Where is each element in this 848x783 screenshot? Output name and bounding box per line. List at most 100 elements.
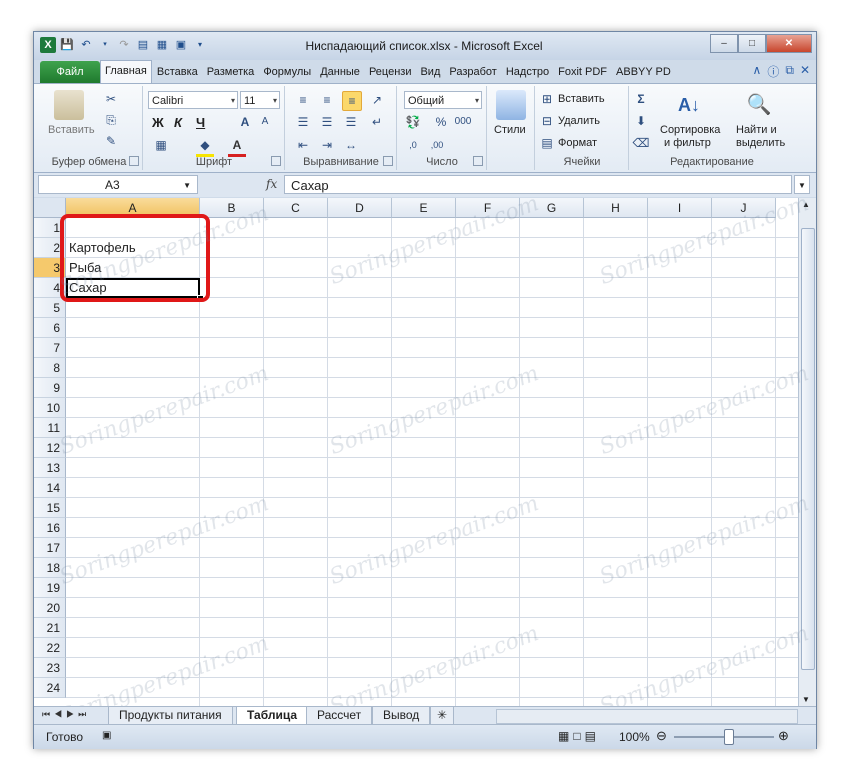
row-header-13[interactable]: 13 [34, 458, 66, 478]
undo-icon[interactable]: ↶ [78, 37, 94, 53]
macro-record-icon[interactable]: ▣ [102, 730, 111, 741]
tab-abbyy[interactable]: ABBYY PD [611, 62, 675, 83]
merge-center-icon[interactable]: ↔ [342, 136, 360, 154]
tab-developer[interactable]: Разработ [444, 62, 500, 83]
row-header-10[interactable]: 10 [34, 398, 66, 418]
column-header-I[interactable]: I [648, 198, 712, 218]
scroll-down-icon[interactable]: ▼ [802, 695, 810, 704]
scroll-up-icon[interactable]: ▲ [802, 200, 810, 209]
find-select-button-line2[interactable]: выделить [736, 137, 785, 149]
save-icon[interactable]: 💾 [59, 37, 75, 53]
vertical-scroll-thumb[interactable] [801, 228, 815, 670]
font-name-combo[interactable]: Calibri ▾ [148, 91, 238, 109]
number-format-combo[interactable]: Общий ▾ [404, 91, 482, 109]
insert-cells-button[interactable]: Вставить [558, 93, 605, 105]
calculator-icon[interactable]: ▣ [173, 37, 189, 53]
formula-input[interactable]: Сахар [284, 175, 792, 194]
clear-icon[interactable]: ⌫ [632, 134, 650, 152]
increase-decimal-icon[interactable]: ,0 [404, 136, 422, 154]
comma-style-icon[interactable]: 000 [454, 113, 472, 131]
styles-button[interactable]: Стили [494, 124, 526, 136]
close-workbook-icon[interactable]: ✕ [800, 63, 810, 80]
tab-file[interactable]: Файл [40, 61, 100, 83]
row-header-18[interactable]: 18 [34, 558, 66, 578]
zoom-out-icon[interactable]: ⊖ [656, 728, 667, 744]
row-header-9[interactable]: 9 [34, 378, 66, 398]
align-left-icon[interactable]: ☰ [294, 113, 312, 131]
sort-filter-button-line2[interactable]: и фильтр [664, 137, 711, 149]
autosum-icon[interactable]: Σ [632, 90, 650, 108]
find-select-button[interactable]: Найти и [736, 124, 777, 136]
row-header-24[interactable]: 24 [34, 678, 66, 698]
redo-icon[interactable]: ↷ [116, 37, 132, 53]
format-painter-icon[interactable]: ✎ [102, 132, 120, 150]
select-all-corner[interactable] [34, 198, 66, 218]
delete-cells-button[interactable]: Удалить [558, 115, 600, 127]
orientation-icon[interactable]: ↗ [368, 91, 386, 109]
italic-button[interactable]: К [174, 115, 182, 130]
tab-addins[interactable]: Надстро [501, 62, 553, 83]
form-icon[interactable]: ▤ [135, 37, 151, 53]
column-header-H[interactable]: H [584, 198, 648, 218]
row-header-5[interactable]: 5 [34, 298, 66, 318]
align-middle-icon[interactable]: ≡ [318, 91, 336, 109]
font-launcher-icon[interactable] [271, 156, 281, 166]
percent-icon[interactable]: % [432, 113, 450, 131]
row-header-14[interactable]: 14 [34, 478, 66, 498]
fill-color-icon[interactable]: ◆ [196, 136, 214, 157]
sheet-tab-tablitsa[interactable]: Таблица [236, 707, 309, 725]
row-header-15[interactable]: 15 [34, 498, 66, 518]
column-header-E[interactable]: E [392, 198, 456, 218]
underline-button[interactable]: Ч [196, 115, 205, 130]
number-launcher-icon[interactable] [473, 156, 483, 166]
bold-button[interactable]: Ж [152, 115, 164, 130]
sort-filter-icon[interactable]: A↓ [674, 90, 704, 120]
sheet-tab-rasschet[interactable]: Рассчет [306, 707, 373, 725]
tab-formulas[interactable]: Формулы [258, 62, 315, 83]
row-header-8[interactable]: 8 [34, 358, 66, 378]
name-box[interactable]: A3 ▼ [38, 175, 198, 194]
styles-icon[interactable] [496, 90, 526, 120]
row-header-22[interactable]: 22 [34, 638, 66, 658]
close-button[interactable]: ✕ [766, 34, 812, 53]
vertical-scrollbar[interactable]: ▲ ▼ [798, 198, 816, 706]
column-header-G[interactable]: G [520, 198, 584, 218]
format-cells-button[interactable]: Формат [558, 137, 597, 149]
maximize-button[interactable]: □ [738, 34, 766, 53]
row-header-23[interactable]: 23 [34, 658, 66, 678]
horizontal-scrollbar[interactable] [496, 709, 798, 724]
align-top-icon[interactable]: ≡ [294, 91, 312, 109]
zoom-in-icon[interactable]: ⊕ [778, 728, 789, 744]
currency-icon[interactable]: 💱 [404, 113, 422, 131]
row-header-11[interactable]: 11 [34, 418, 66, 438]
shrink-font-icon[interactable]: A [256, 113, 274, 131]
collapse-ribbon-icon[interactable]: ∧ [753, 63, 762, 80]
help-icon[interactable]: ⓘ [767, 63, 779, 80]
tab-home[interactable]: Главная [100, 60, 152, 83]
row-header-6[interactable]: 6 [34, 318, 66, 338]
align-bottom-icon[interactable]: ≡ [342, 91, 362, 111]
increase-indent-icon[interactable]: ⇥ [318, 136, 336, 154]
tab-data[interactable]: Данные [315, 62, 364, 83]
column-header-D[interactable]: D [328, 198, 392, 218]
row-header-21[interactable]: 21 [34, 618, 66, 638]
align-right-icon[interactable]: ☰ [342, 113, 360, 131]
column-header-B[interactable]: B [200, 198, 264, 218]
column-header-J[interactable]: J [712, 198, 776, 218]
expand-formula-icon[interactable]: ▼ [794, 175, 810, 194]
zoom-slider-knob[interactable] [724, 729, 734, 745]
alignment-launcher-icon[interactable] [383, 156, 393, 166]
row-header-16[interactable]: 16 [34, 518, 66, 538]
excel-logo-icon[interactable]: X [40, 37, 56, 53]
format-cells-icon[interactable]: ▤ [538, 134, 556, 152]
customize-qat-icon[interactable]: ▾ [192, 37, 208, 53]
sheet-tab-vyvod[interactable]: Вывод [372, 707, 431, 725]
clipboard-launcher-icon[interactable] [129, 156, 139, 166]
table-icon[interactable]: ▦ [154, 37, 170, 53]
new-sheet-icon[interactable]: ✳ [430, 707, 455, 725]
font-size-combo[interactable]: 11 ▾ [240, 91, 280, 109]
sheet-tab-produkty[interactable]: Продукты питания [108, 707, 233, 725]
sheet-nav-icon[interactable]: ⏮◀▶⏭ [42, 709, 90, 720]
grow-font-icon[interactable]: A [236, 113, 254, 131]
row-header-17[interactable]: 17 [34, 538, 66, 558]
